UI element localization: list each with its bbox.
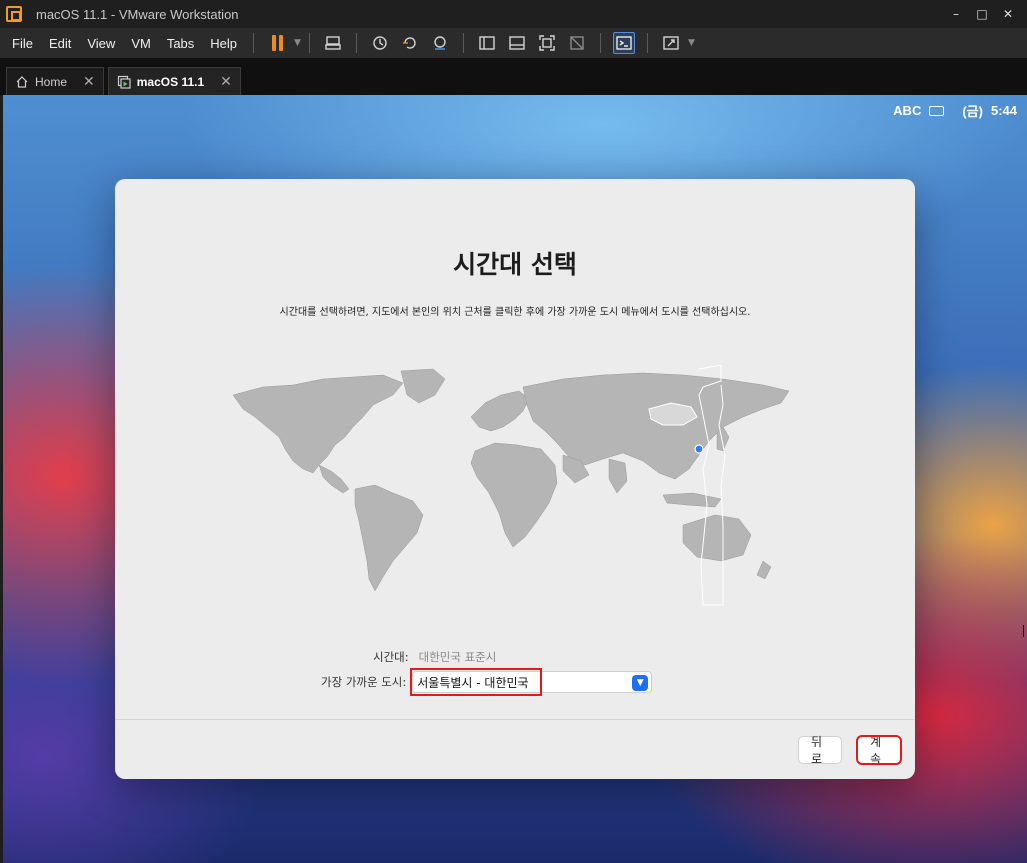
console-view-icon[interactable] [612, 32, 635, 54]
status-time: 5:44 [990, 103, 1017, 118]
mouse-cursor-icon [1023, 625, 1027, 637]
menu-edit[interactable]: Edit [41, 28, 79, 58]
home-icon [16, 75, 28, 88]
tab-label: macOS 11.1 [136, 74, 205, 89]
minimize-button[interactable]: – [943, 0, 969, 28]
maximize-button[interactable]: □ [969, 0, 995, 28]
back-button[interactable]: 뒤로 [798, 735, 842, 766]
toolbar-divider [646, 33, 648, 53]
tab-macos[interactable]: macOS 11.1 ✕ [107, 67, 241, 95]
closest-city-select[interactable]: 서울특별시 - 대한민국 ▼ [410, 668, 653, 696]
menu-file[interactable]: File [0, 28, 41, 58]
menu-tabs[interactable]: Tabs [159, 28, 202, 58]
toolbar-divider [253, 33, 255, 53]
close-icon[interactable]: ✕ [83, 73, 95, 90]
timezone-label: 시간대: [373, 650, 409, 664]
toolbar-divider [355, 33, 357, 53]
vm-display[interactable]: ABC (금) 5:44 시간대 선택 시간대를 선택하려면, 지도에서 본인의… [3, 95, 1027, 863]
pause-dropdown-icon[interactable]: ▼ [294, 38, 301, 48]
toolbar-divider [599, 33, 601, 53]
mac-status-bar: ABC (금) 5:44 [893, 101, 1017, 120]
chevron-down-icon[interactable]: ▼ [632, 675, 649, 691]
close-button[interactable]: ✕ [995, 0, 1021, 28]
window-title: macOS 11.1 - VMware Workstation [36, 6, 239, 22]
city-label: 가장 가까운 도시: [321, 675, 407, 689]
status-day: (금) [962, 104, 983, 119]
vm-icon [117, 75, 131, 89]
menu-view[interactable]: View [79, 28, 123, 58]
pause-icon[interactable] [266, 32, 288, 54]
menu-help[interactable]: Help [202, 28, 245, 58]
location-pin[interactable] [694, 444, 704, 454]
timezone-value: 대한민국 표준시 [418, 650, 497, 664]
menu-toolbar: File Edit View VM Tabs Help ▼ ▼ [0, 28, 1027, 58]
timezone-dialog: 시간대 선택 시간대를 선택하려면, 지도에서 본인의 위치 근처를 클릭한 후… [115, 179, 915, 779]
unity-icon[interactable] [566, 32, 588, 54]
send-keys-icon[interactable] [322, 32, 344, 54]
continue-button[interactable]: 계속 [856, 735, 902, 766]
window-controls: – □ ✕ [943, 0, 1021, 28]
world-map[interactable] [223, 365, 807, 609]
footer-divider [115, 719, 915, 720]
menu-vm[interactable]: VM [123, 28, 159, 58]
timezone-row: 시간대: 대한민국 표준시 [373, 649, 496, 665]
close-icon[interactable]: ✕ [220, 73, 232, 90]
toolbar-divider [308, 33, 310, 53]
stretch-icon[interactable] [660, 32, 682, 54]
page-title: 시간대 선택 [453, 250, 577, 279]
stretch-dropdown-icon[interactable]: ▼ [688, 38, 695, 48]
tab-label: Home [35, 74, 68, 89]
snapshot-icon[interactable] [369, 32, 391, 54]
thumbnail-bar-icon[interactable] [506, 32, 528, 54]
sidebar-icon[interactable] [476, 32, 498, 54]
city-highlight-box [410, 668, 543, 696]
input-source[interactable]: ABC [893, 103, 921, 118]
tab-strip: Home ✕ macOS 11.1 ✕ [0, 58, 1027, 95]
toolbar-divider [462, 33, 464, 53]
page-description: 시간대를 선택하려면, 지도에서 본인의 위치 근처를 클릭한 후에 가장 가까… [279, 307, 751, 318]
vmware-logo-icon [6, 6, 22, 22]
tab-home[interactable]: Home ✕ [6, 67, 104, 95]
keyboard-icon [929, 105, 945, 116]
full-screen-icon[interactable] [536, 32, 558, 54]
window-titlebar: macOS 11.1 - VMware Workstation – □ ✕ [0, 0, 1027, 28]
snapshot-manager-icon[interactable] [429, 32, 451, 54]
revert-snapshot-icon[interactable] [399, 32, 421, 54]
city-row: 가장 가까운 도시: 서울특별시 - 대한민국 ▼ [321, 668, 653, 696]
